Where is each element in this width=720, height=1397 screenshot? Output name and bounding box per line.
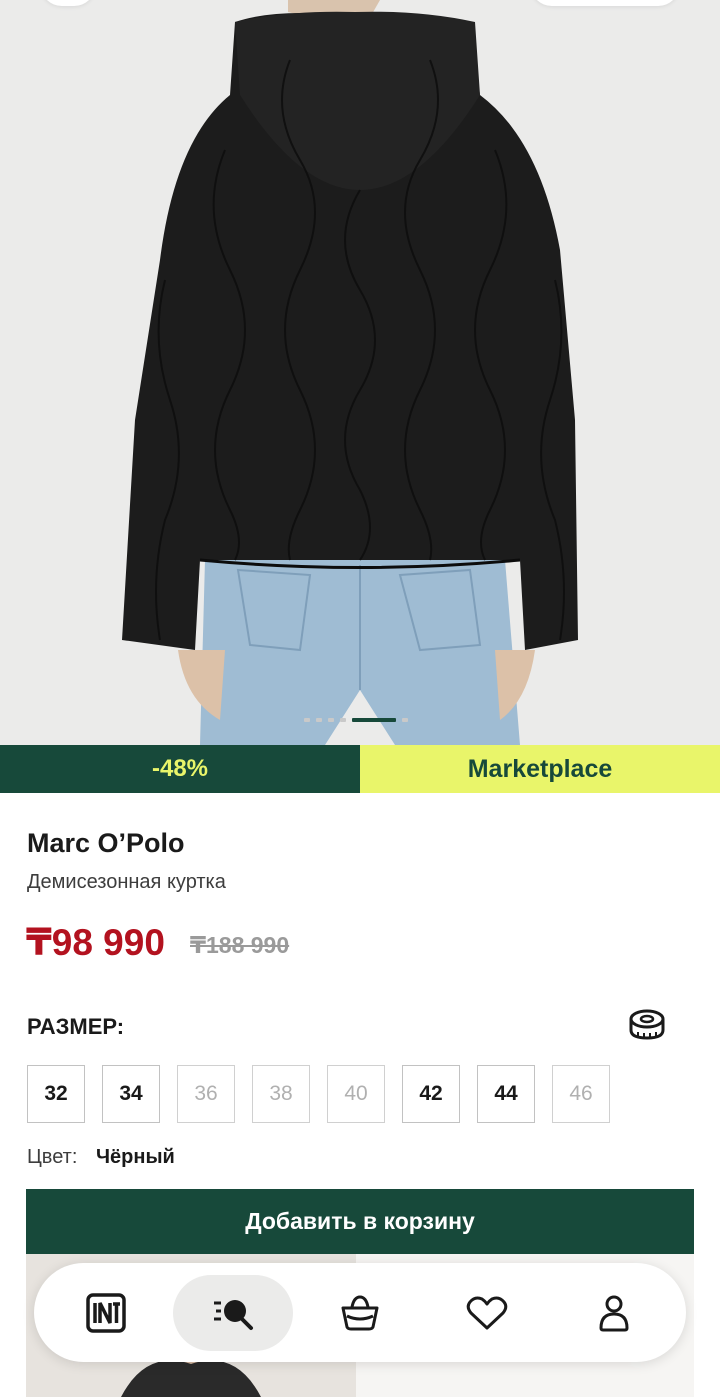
size-option-44[interactable]: 44 [477,1065,535,1123]
pagination-dot[interactable] [328,718,334,722]
size-option-32[interactable]: 32 [27,1065,85,1123]
marketplace-badge: Marketplace [360,745,720,793]
pagination-dot[interactable] [316,718,322,722]
nav-favorites[interactable] [427,1275,547,1351]
add-to-cart-button[interactable]: Добавить в корзину [26,1189,694,1254]
product-name: Демисезонная куртка [27,871,226,893]
size-selector: 32 34 36 38 40 42 44 46 [27,1065,610,1123]
size-option-42[interactable]: 42 [402,1065,460,1123]
color-value: Чёрный [96,1146,175,1168]
discount-badge: -48% [0,745,360,793]
pagination-dot-active[interactable] [352,718,396,722]
pagination-dot[interactable] [304,718,310,722]
nav-home[interactable] [46,1275,166,1351]
old-price: ₸188 990 [190,932,290,958]
size-label: РАЗМЕР: [27,1014,125,1039]
product-image-gallery[interactable] [0,0,720,745]
share-favorite-buttons[interactable] [530,0,680,6]
size-option-34[interactable]: 34 [102,1065,160,1123]
catalog-search-icon [213,1299,253,1330]
brand-name[interactable]: Marc O’Polo [27,828,185,859]
color-label: Цвет: [27,1146,78,1168]
measuring-tape-icon[interactable] [628,1008,668,1044]
heart-icon [466,1296,508,1329]
bottom-navigation [34,1263,686,1362]
basket-icon [341,1294,379,1330]
store-logo-icon [85,1292,126,1333]
gallery-pagination [304,718,408,722]
nav-cart[interactable] [300,1275,420,1351]
pagination-dot[interactable] [402,718,408,722]
profile-icon [599,1295,629,1331]
nav-catalog[interactable] [172,1274,293,1351]
nav-profile[interactable] [554,1275,674,1351]
size-option-40[interactable]: 40 [327,1065,385,1123]
size-option-38[interactable]: 38 [252,1065,310,1123]
product-photo [122,0,578,745]
size-option-46[interactable]: 46 [552,1065,610,1123]
current-price: ₸98 990 [26,922,165,963]
product-badges: -48% Marketplace [0,745,720,793]
pagination-dot[interactable] [340,718,346,722]
size-option-36[interactable]: 36 [177,1065,235,1123]
